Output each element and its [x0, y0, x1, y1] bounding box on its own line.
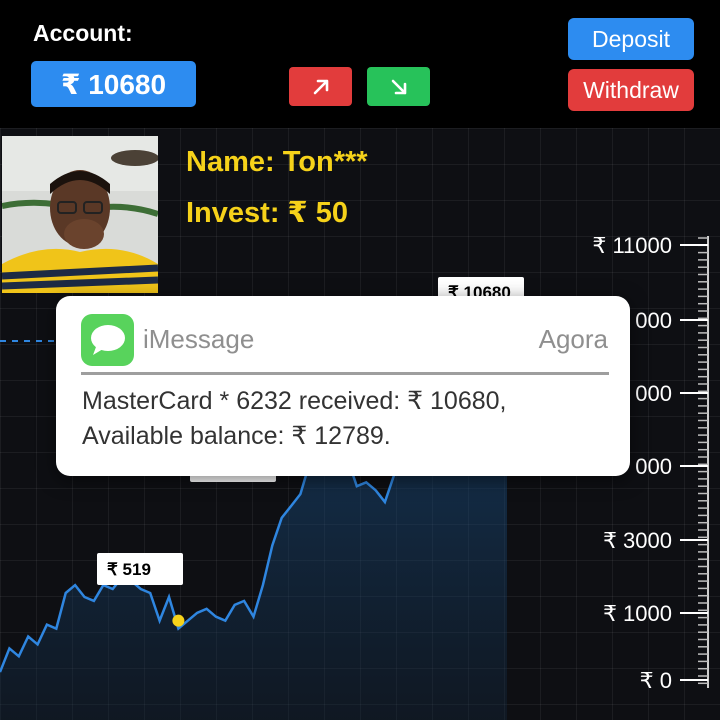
notification-app-name: iMessage [143, 324, 255, 354]
speech-bubble-icon [90, 325, 125, 355]
y-axis-label: 000 [635, 454, 672, 479]
y-axis-label: 000 [635, 381, 672, 406]
notification-divider [81, 372, 609, 375]
price-tag-label: ₹ 519 [107, 560, 151, 579]
trade-marker-point [172, 614, 185, 627]
y-axis-label: ₹ 0 [640, 668, 672, 693]
imessage-notification[interactable]: iMessage Agora MasterCard * 6232 receive… [56, 296, 630, 476]
account-balance[interactable]: ₹ 10680 [31, 61, 196, 107]
user-name: Name: Ton*** [186, 146, 368, 178]
trade-up-button[interactable] [289, 67, 352, 106]
arrow-up-right-icon [313, 79, 328, 94]
top-bar: Account: ₹ 10680 Deposit Withdraw [0, 0, 720, 128]
account-label: Account: [33, 20, 133, 46]
y-axis-label: ₹ 3000 [603, 528, 672, 553]
webcam-feed [2, 136, 158, 293]
arrow-down-right-icon [391, 79, 406, 94]
deposit-button[interactable]: Deposit [568, 18, 694, 60]
withdraw-button[interactable]: Withdraw [568, 69, 694, 111]
notification-body: MasterCard * 6232 received: ₹ 10680, Ava… [82, 384, 612, 454]
user-invest: Invest: ₹ 50 [186, 197, 349, 229]
y-axis-label: ₹ 1000 [603, 601, 672, 626]
person-image [2, 136, 158, 293]
y-axis-label: ₹ 11000 [592, 233, 672, 258]
notification-sender: Agora [538, 324, 608, 354]
notification-line-1: MasterCard * 6232 received: ₹ 10680, [82, 387, 507, 415]
notification-line-2: Available balance: ₹ 12789. [82, 422, 391, 450]
trade-down-button[interactable] [367, 67, 430, 106]
y-axis-label: 000 [635, 308, 672, 333]
message-app-icon [81, 314, 134, 366]
